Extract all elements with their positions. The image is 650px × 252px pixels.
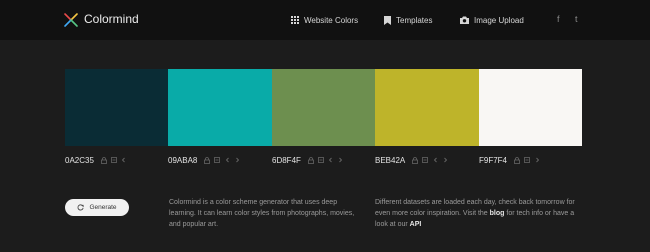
lock-icon[interactable] [204, 156, 211, 164]
hex-code[interactable]: 09ABA8 [168, 156, 197, 165]
color-swatch-1[interactable] [65, 69, 168, 146]
refresh-icon [77, 204, 84, 211]
api-link[interactable]: API [410, 221, 422, 228]
datasets-description: Different datasets are loaded each day, … [375, 197, 575, 230]
facebook-icon[interactable]: f [557, 13, 560, 25]
colormind-logo-icon[interactable] [62, 11, 80, 29]
swatch-controls-5: F9F7F4 [479, 155, 540, 165]
swatch-controls-1: 0A2C35 [65, 155, 127, 165]
swatch-controls-2: 09ABA8 [168, 155, 240, 165]
adjust-icon[interactable] [214, 156, 221, 164]
top-navigation-bar: Colormind Website Colors Templates Image… [0, 0, 650, 40]
adjust-icon[interactable] [524, 156, 530, 164]
color-swatch-3[interactable] [272, 69, 375, 146]
swatch-controls-4: BEB42A [375, 155, 448, 165]
blog-link[interactable]: blog [490, 210, 505, 217]
chevron-right-icon[interactable] [338, 156, 344, 164]
nav-image-upload-label: Image Upload [474, 15, 524, 25]
chevron-left-icon[interactable] [432, 156, 438, 164]
generate-button-label: Generate [89, 204, 117, 211]
hex-code[interactable]: 6D8F4F [272, 156, 301, 165]
about-description: Colormind is a color scheme generator th… [169, 199, 355, 228]
hex-code[interactable]: 0A2C35 [65, 156, 94, 165]
color-swatch-2[interactable] [168, 69, 272, 146]
adjust-icon[interactable] [111, 156, 117, 164]
hex-code[interactable]: BEB42A [375, 156, 405, 165]
grid-icon [291, 16, 299, 24]
camera-icon [460, 16, 469, 24]
nav-image-upload[interactable]: Image Upload [460, 13, 524, 27]
color-swatch-5[interactable] [479, 69, 582, 146]
lock-icon[interactable] [308, 156, 314, 164]
nav-website-colors[interactable]: Website Colors [291, 13, 358, 27]
nav-templates[interactable]: Templates [384, 13, 432, 27]
chevron-right-icon[interactable] [234, 156, 240, 164]
generate-button[interactable]: Generate [65, 199, 129, 216]
chevron-left-icon[interactable] [328, 156, 334, 164]
brand-name[interactable]: Colormind [84, 11, 139, 27]
bookmark-icon [384, 15, 391, 25]
swatch-controls-3: 6D8F4F [272, 155, 344, 165]
lock-icon[interactable] [514, 156, 520, 164]
hex-code[interactable]: F9F7F4 [479, 156, 507, 165]
chevron-right-icon[interactable] [534, 156, 540, 164]
lock-icon[interactable] [101, 156, 107, 164]
lock-icon[interactable] [412, 156, 419, 164]
adjust-icon[interactable] [318, 156, 324, 164]
twitter-icon[interactable]: t [575, 13, 578, 25]
color-swatch-4[interactable] [375, 69, 479, 146]
chevron-right-icon[interactable] [442, 156, 448, 164]
chevron-left-icon[interactable] [121, 156, 127, 164]
nav-templates-label: Templates [396, 15, 433, 25]
chevron-left-icon[interactable] [224, 156, 230, 164]
adjust-icon[interactable] [422, 156, 429, 164]
nav-website-colors-label: Website Colors [304, 15, 359, 25]
